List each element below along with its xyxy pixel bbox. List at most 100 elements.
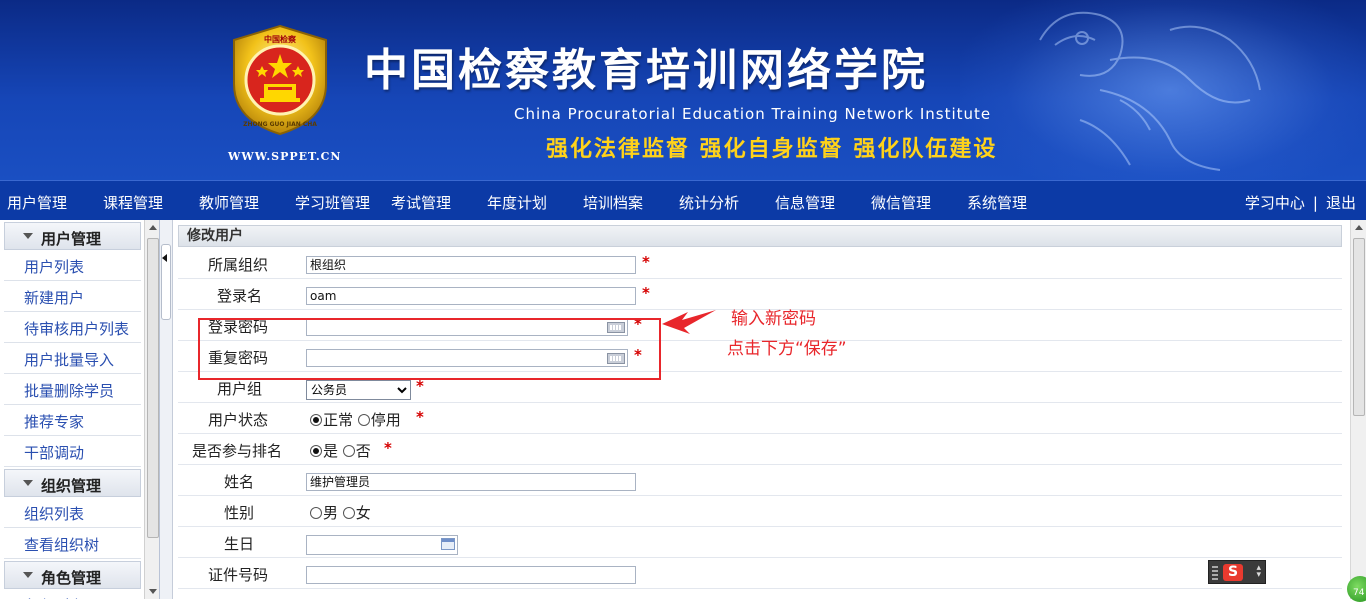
sidebar-group-title: 用户管理 — [41, 230, 102, 248]
sidebar-item-recommend-expert[interactable]: 推荐专家 — [4, 405, 141, 436]
ranking-no-radio[interactable] — [342, 445, 355, 457]
main-content: 修改用户 所属组织 根组织 * 登录名 oam * 登录密码 * 重复密码 * … — [174, 220, 1350, 599]
sidebar-item-batch-import[interactable]: 用户批量导入 — [4, 343, 141, 374]
ranking-yes-label: 是 — [323, 442, 339, 460]
main-nav: 用户管理 课程管理 教师管理 学习班管理 考试管理 年度计划 培训档案 统计分析… — [0, 180, 1366, 220]
sidebar-item-user-list[interactable]: 用户列表 — [4, 250, 141, 281]
ranking-radio-group: 是 否 — [310, 440, 371, 461]
form-row-gender: 性别 男 女 — [178, 496, 1342, 527]
main-scrollbar[interactable] — [1350, 220, 1366, 599]
gender-female-radio[interactable] — [342, 507, 355, 519]
gender-radio-group: 男 女 — [310, 502, 371, 523]
user-group-select[interactable]: 公务员 — [306, 380, 411, 400]
gender-male-radio[interactable] — [310, 507, 322, 519]
annotation-line-2: 点击下方“保存” — [727, 339, 847, 359]
logout-link[interactable]: 退出 — [1326, 194, 1356, 212]
sidebar-group-user-management[interactable]: 用户管理 — [4, 222, 141, 250]
nav-system-management[interactable]: 系统管理 — [967, 192, 1027, 213]
sidebar-group-title: 组织管理 — [41, 477, 102, 495]
chevron-down-icon — [23, 233, 33, 239]
chevron-down-icon — [23, 572, 33, 578]
sidebar-item-new-user[interactable]: 新建用户 — [4, 281, 141, 312]
sidebar-item-cadre-transfer[interactable]: 干部调动 — [4, 436, 141, 467]
nav-training-records[interactable]: 培训档案 — [583, 192, 643, 213]
ime-toolbar[interactable]: S ▴ ▾ — [1208, 560, 1266, 584]
sidebar-scrollbar[interactable] — [144, 220, 159, 599]
sidebar-item-org-tree[interactable]: 查看组织树 — [4, 528, 141, 559]
nav-info-management[interactable]: 信息管理 — [775, 192, 835, 213]
site-url: WWW.SPPET.CN — [228, 150, 342, 163]
form-row-name: 姓名 维护管理员 — [178, 465, 1342, 496]
nav-annual-plan[interactable]: 年度计划 — [487, 192, 547, 213]
status-badge[interactable]: 74 — [1347, 576, 1366, 602]
sidebar-group-title: 角色管理 — [41, 569, 102, 587]
site-slogan: 强化法律监督 强化自身监督 强化队伍建设 — [546, 137, 998, 162]
main-scroll-thumb[interactable] — [1353, 238, 1365, 416]
annotation-line-1: 输入新密码 — [731, 309, 816, 329]
calendar-icon[interactable] — [441, 538, 455, 550]
nav-teacher-management[interactable]: 教师管理 — [199, 192, 259, 213]
name-label: 姓名 — [223, 473, 254, 491]
panel-title: 修改用户 — [178, 225, 1342, 247]
nav-wechat-management[interactable]: 微信管理 — [871, 192, 931, 213]
emblem-ring-text: ZHONG GUO JIAN CHA — [243, 121, 317, 128]
ranking-no-label: 否 — [355, 442, 371, 460]
status-disabled-radio[interactable] — [357, 414, 370, 426]
nav-user-management[interactable]: 用户管理 — [7, 192, 67, 213]
sidebar-item-pending-users[interactable]: 待审核用户列表 — [4, 312, 141, 343]
org-label: 所属组织 — [207, 256, 268, 274]
annotation-arrow-icon — [662, 310, 716, 334]
site-subtitle-en: China Procuratorial Education Training N… — [514, 105, 992, 123]
status-normal-radio[interactable] — [310, 414, 322, 426]
nav-course-management[interactable]: 课程管理 — [103, 192, 163, 213]
login-name-label: 登录名 — [216, 287, 262, 305]
gender-label: 性别 — [223, 504, 254, 522]
status-radio-group: 正常 停用 — [310, 409, 401, 430]
sidebar-scroll-thumb[interactable] — [147, 238, 159, 538]
nav-separator: | — [1312, 194, 1318, 212]
birthday-label: 生日 — [223, 535, 254, 553]
collapse-left-icon[interactable] — [162, 254, 167, 262]
login-name-field[interactable]: oam — [306, 287, 636, 305]
sidebar: 用户管理 用户列表 新建用户 待审核用户列表 用户批量导入 批量删除学员 推荐专… — [0, 220, 160, 599]
gender-male-label: 男 — [323, 504, 339, 522]
scroll-up-icon[interactable] — [1355, 225, 1363, 230]
password-highlight-box — [198, 318, 661, 380]
required-mark: * — [384, 439, 392, 457]
form-row-birthday: 生日 — [178, 527, 1342, 558]
sidebar-item-org-list[interactable]: 组织列表 — [4, 497, 141, 528]
procuratorate-emblem-icon: 中国检察 ZHONG GUO JIAN CHA — [233, 24, 327, 136]
nav-exam-management[interactable]: 考试管理 — [391, 192, 451, 213]
status-disabled-label: 停用 — [370, 411, 401, 429]
form-row-org: 所属组织 根组织 * — [178, 248, 1342, 279]
site-banner: 中国检察 ZHONG GUO JIAN CHA WWW.SPPET.CN 中国检… — [0, 0, 1366, 180]
sidebar-item-batch-delete[interactable]: 批量删除学员 — [4, 374, 141, 405]
user-group-label: 用户组 — [216, 380, 262, 398]
scroll-down-icon[interactable] — [149, 589, 157, 594]
emblem-top-text: 中国检察 — [264, 34, 297, 44]
org-field[interactable]: 根组织 — [306, 256, 636, 274]
sidebar-item-role-list[interactable]: 角色列表 — [4, 589, 141, 599]
id-number-field[interactable] — [306, 566, 636, 584]
nav-statistics[interactable]: 统计分析 — [679, 192, 739, 213]
nav-class-management[interactable]: 学习班管理 — [295, 192, 370, 213]
id-number-label: 证件号码 — [207, 566, 268, 584]
name-field[interactable]: 维护管理员 — [306, 473, 636, 491]
status-label: 用户状态 — [207, 411, 268, 429]
qilin-decoration-icon — [1039, 11, 1261, 171]
scroll-up-icon[interactable] — [149, 225, 157, 230]
sidebar-splitter[interactable] — [160, 220, 173, 599]
gender-female-label: 女 — [355, 504, 371, 522]
birthday-field[interactable] — [306, 535, 458, 555]
learning-center-link[interactable]: 学习中心 — [1245, 194, 1305, 212]
ime-menu-icon[interactable]: ▴ ▾ — [1256, 564, 1261, 580]
required-mark: * — [642, 253, 650, 271]
form-row-status: 用户状态 正常 停用 * — [178, 403, 1342, 434]
sogou-logo-icon[interactable]: S — [1223, 564, 1243, 581]
required-mark: * — [642, 284, 650, 302]
form-row-id-number: 证件号码 — [178, 558, 1342, 589]
drag-handle-icon[interactable] — [1212, 566, 1218, 580]
sidebar-group-org-management[interactable]: 组织管理 — [4, 469, 141, 497]
sidebar-group-role-management[interactable]: 角色管理 — [4, 561, 141, 589]
ranking-yes-radio[interactable] — [310, 445, 322, 457]
